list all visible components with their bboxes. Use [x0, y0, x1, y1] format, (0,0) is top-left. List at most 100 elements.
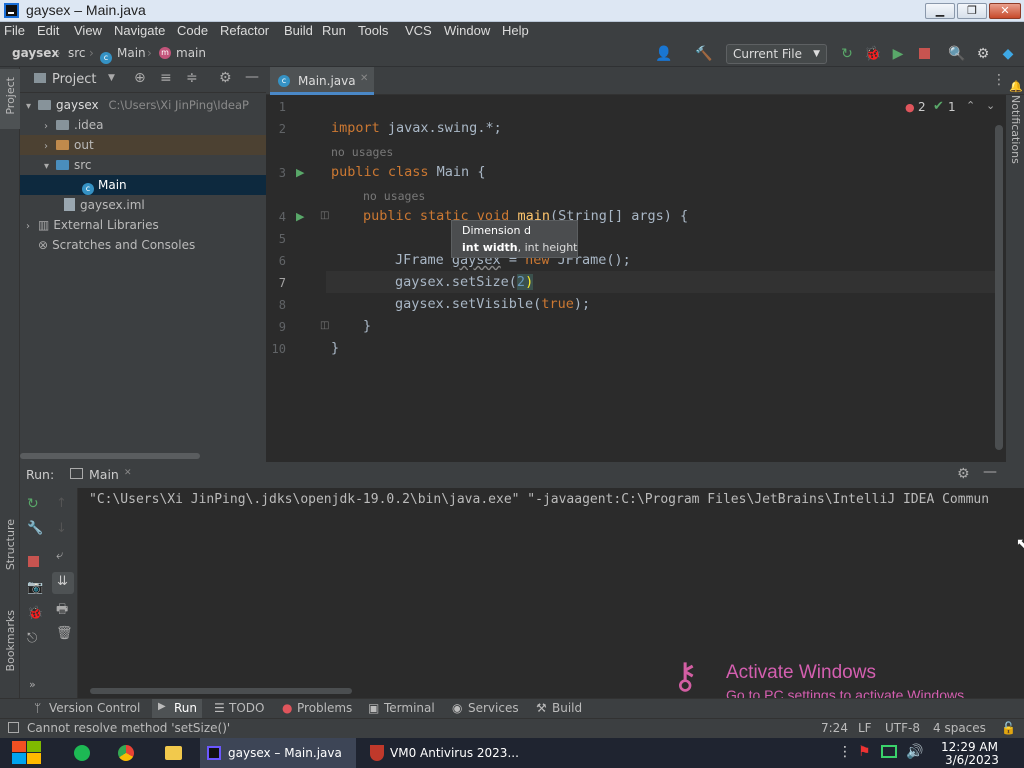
gear-icon[interactable]: ⚙: [974, 45, 992, 63]
rerun-icon[interactable]: ↻: [838, 45, 856, 63]
start-button[interactable]: [10, 738, 44, 768]
gear-icon[interactable]: ⚙: [219, 70, 232, 86]
project-stripe-button[interactable]: Project: [0, 69, 20, 129]
menu-file[interactable]: File: [4, 23, 25, 38]
menu-vcs[interactable]: VCS: [405, 23, 432, 38]
stop-icon[interactable]: [915, 45, 933, 63]
layout-toggle-icon[interactable]: [8, 722, 19, 733]
collapse-all-icon[interactable]: ≑: [186, 70, 198, 86]
run-gutter-icon[interactable]: ▶: [296, 210, 304, 223]
chevron-up-icon[interactable]: ⌃: [966, 99, 975, 112]
coverage-icon[interactable]: ▶: [889, 45, 907, 63]
structure-stripe-label[interactable]: Structure: [4, 519, 17, 570]
print-icon[interactable]: 🖶: [56, 600, 68, 622]
tab-todo[interactable]: TODO: [229, 701, 264, 715]
close-icon[interactable]: ✕: [124, 468, 132, 478]
console-scrollbar[interactable]: [90, 688, 352, 694]
more-options-icon[interactable]: ⋮: [838, 744, 852, 760]
lock-icon[interactable]: 🔓: [1001, 721, 1016, 735]
trash-icon[interactable]: 🗑: [56, 626, 73, 641]
debug-bug-icon[interactable]: 🐞: [27, 606, 43, 621]
tab-problems[interactable]: Problems: [297, 701, 352, 715]
camera-icon[interactable]: 📷: [27, 580, 43, 595]
arrow-up-icon[interactable]: ↑: [56, 496, 67, 511]
maximize-button[interactable]: ❐: [957, 3, 987, 19]
menu-help[interactable]: Help: [502, 23, 529, 38]
tab-build[interactable]: Build: [552, 701, 582, 715]
expand-all-icon[interactable]: ≡: [160, 70, 172, 86]
volume-icon[interactable]: 🔊: [906, 744, 923, 760]
spotify-icon[interactable]: [74, 745, 90, 761]
debug-bug-icon[interactable]: 🐞: [864, 45, 882, 63]
network-icon[interactable]: [881, 745, 897, 758]
close-button[interactable]: ✕: [989, 3, 1021, 19]
project-title[interactable]: Project: [52, 72, 96, 87]
clock-time[interactable]: 12:29 AM: [941, 740, 998, 754]
gear-icon[interactable]: ⚙: [957, 466, 970, 482]
breadcrumb-project[interactable]: gaysex: [12, 46, 59, 60]
menu-refactor[interactable]: Refactor: [220, 23, 269, 38]
notifications-bell-icon[interactable]: 🔔: [1009, 80, 1023, 93]
menu-tools[interactable]: Tools: [358, 23, 388, 38]
notifications-stripe-label[interactable]: Notifications: [1009, 95, 1022, 164]
fold-icon[interactable]: ◫: [320, 210, 329, 221]
menu-navigate[interactable]: Navigate: [114, 23, 165, 38]
menu-code[interactable]: Code: [177, 23, 208, 38]
horizontal-scrollbar[interactable]: [20, 453, 200, 459]
chevron-down-icon[interactable]: ⌄: [986, 99, 995, 112]
run-config-select[interactable]: Current File ▼: [726, 44, 827, 64]
tab-main-java[interactable]: c Main.java ✕: [270, 67, 374, 95]
line-separator[interactable]: LF: [858, 721, 872, 735]
close-icon[interactable]: ✕: [360, 73, 368, 84]
tree-item-out[interactable]: › out: [20, 135, 266, 155]
hide-panel-icon[interactable]: —: [983, 464, 997, 480]
locate-icon[interactable]: ⊕: [134, 70, 146, 86]
scroll-to-end-button[interactable]: ⇊: [52, 572, 74, 594]
jetbrains-logo-icon[interactable]: ◆: [999, 45, 1017, 63]
arrow-down-icon[interactable]: ↓: [56, 521, 67, 536]
bookmarks-stripe-label[interactable]: Bookmarks: [4, 610, 17, 671]
tree-root-gaysex[interactable]: ▾ gaysex C:\Users\Xi JinPing\IdeaP: [20, 95, 266, 115]
tree-item-external-libraries[interactable]: › ▥ External Libraries: [20, 215, 266, 235]
build-hammer-icon[interactable]: 🔨: [695, 45, 713, 63]
hide-panel-icon[interactable]: —: [245, 69, 259, 85]
rerun-icon[interactable]: ↻: [27, 496, 39, 512]
tab-version-control[interactable]: Version Control: [49, 701, 140, 715]
search-icon[interactable]: 🔍: [948, 45, 966, 63]
tab-services[interactable]: Services: [468, 701, 519, 715]
wrench-icon[interactable]: 🔧: [27, 521, 43, 536]
run-gutter-icon[interactable]: ▶: [296, 166, 304, 179]
menu-view[interactable]: View: [74, 23, 102, 38]
error-icon[interactable]: ●: [905, 101, 915, 114]
user-icon[interactable]: 👤: [655, 45, 673, 63]
more-icon[interactable]: »: [29, 678, 36, 691]
exit-icon[interactable]: ⎋: [27, 631, 37, 646]
warning-check-icon[interactable]: ✔: [933, 99, 944, 114]
fold-icon[interactable]: ◫: [320, 320, 329, 331]
editor-scrollbar[interactable]: [995, 125, 1003, 450]
breadcrumb-class[interactable]: Main: [117, 46, 146, 60]
run-tab-main[interactable]: Main ✕: [66, 462, 138, 488]
stop-icon[interactable]: [28, 556, 39, 567]
indent-setting[interactable]: 4 spaces: [933, 721, 986, 735]
breadcrumb-method[interactable]: main: [176, 46, 206, 60]
chrome-icon[interactable]: [118, 745, 134, 761]
tree-item-src[interactable]: ▾ src: [20, 155, 266, 175]
taskbar-item-intellij[interactable]: gaysex – Main.java: [200, 738, 356, 768]
breadcrumb-src[interactable]: src: [68, 46, 86, 60]
tab-terminal[interactable]: Terminal: [384, 701, 435, 715]
tree-item-scratches[interactable]: ⊗ Scratches and Consoles: [20, 235, 266, 255]
taskbar-item-antivirus[interactable]: VM0 Antivirus 2023...: [362, 738, 522, 768]
file-encoding[interactable]: UTF-8: [885, 721, 920, 735]
tree-item-idea[interactable]: › .idea: [20, 115, 266, 135]
more-options-icon[interactable]: ⋮: [992, 72, 1006, 88]
minimize-button[interactable]: ▁: [925, 3, 955, 19]
soft-wrap-icon[interactable]: ⤶: [56, 548, 63, 563]
tree-item-iml[interactable]: gaysex.iml: [20, 195, 266, 215]
menu-window[interactable]: Window: [444, 23, 490, 38]
menu-build[interactable]: Build: [284, 23, 313, 38]
console-output[interactable]: "C:\Users\Xi JinPing\.jdks\openjdk-19.0.…: [89, 492, 1004, 510]
chevron-down-icon[interactable]: ▼: [108, 73, 115, 83]
menu-edit[interactable]: Edit: [37, 23, 59, 38]
caret-position[interactable]: 7:24: [821, 721, 848, 735]
